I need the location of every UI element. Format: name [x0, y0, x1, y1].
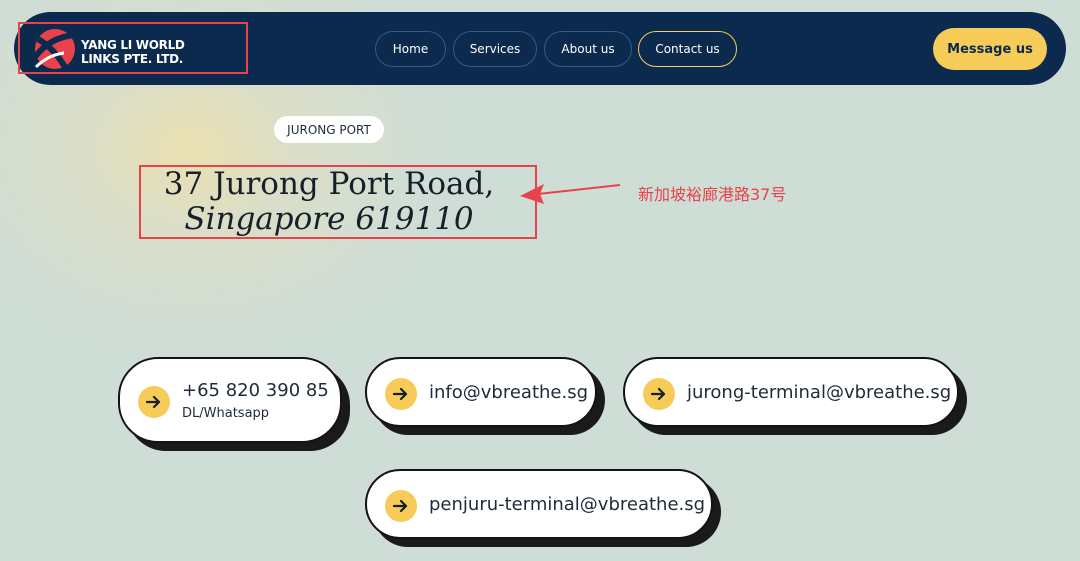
arrow-right-icon: [138, 386, 170, 418]
arrow-right-icon: [385, 490, 417, 522]
arrow-right-icon: [643, 378, 675, 410]
contact-card-jurong-email[interactable]: jurong-terminal@vbreathe.sg: [623, 357, 959, 427]
location-tag: JURONG PORT: [274, 116, 384, 143]
address-line-1: 37 Jurong Port Road,: [163, 166, 495, 202]
annotation-text: 新加坡裕廊港路37号: [638, 185, 787, 204]
message-us-button[interactable]: Message us: [933, 28, 1047, 70]
logo-line-1: YANG LI WORLD: [81, 38, 185, 52]
contact-jurong-email: jurong-terminal@vbreathe.sg: [687, 382, 952, 403]
contact-phone-sub: DL/Whatsapp: [182, 406, 270, 421]
arrow-right-icon: [385, 378, 417, 410]
logo-line-2: LINKS PTE. LTD.: [81, 52, 184, 66]
contact-card-phone[interactable]: +65 820 390 85 DL/Whatsapp: [118, 357, 342, 443]
company-logo-text[interactable]: YANG LI WORLD LINKS PTE. LTD.: [81, 38, 185, 66]
contact-card-penjuru-email[interactable]: penjuru-terminal@vbreathe.sg: [365, 469, 713, 539]
nav-about-us[interactable]: About us: [544, 31, 632, 67]
logo-icon[interactable]: [30, 27, 80, 73]
contact-phone: +65 820 390 85: [182, 380, 329, 401]
annotation-arrow-icon: [520, 184, 621, 204]
contact-card-info-email[interactable]: info@vbreathe.sg: [365, 357, 597, 427]
contact-info-email: info@vbreathe.sg: [429, 382, 589, 403]
contact-penjuru-email: penjuru-terminal@vbreathe.sg: [429, 494, 706, 515]
nav-home[interactable]: Home: [375, 31, 446, 67]
nav-contact-us[interactable]: Contact us: [638, 31, 737, 67]
nav-services[interactable]: Services: [453, 31, 537, 67]
address-line-2: Singapore 619110: [184, 201, 474, 237]
